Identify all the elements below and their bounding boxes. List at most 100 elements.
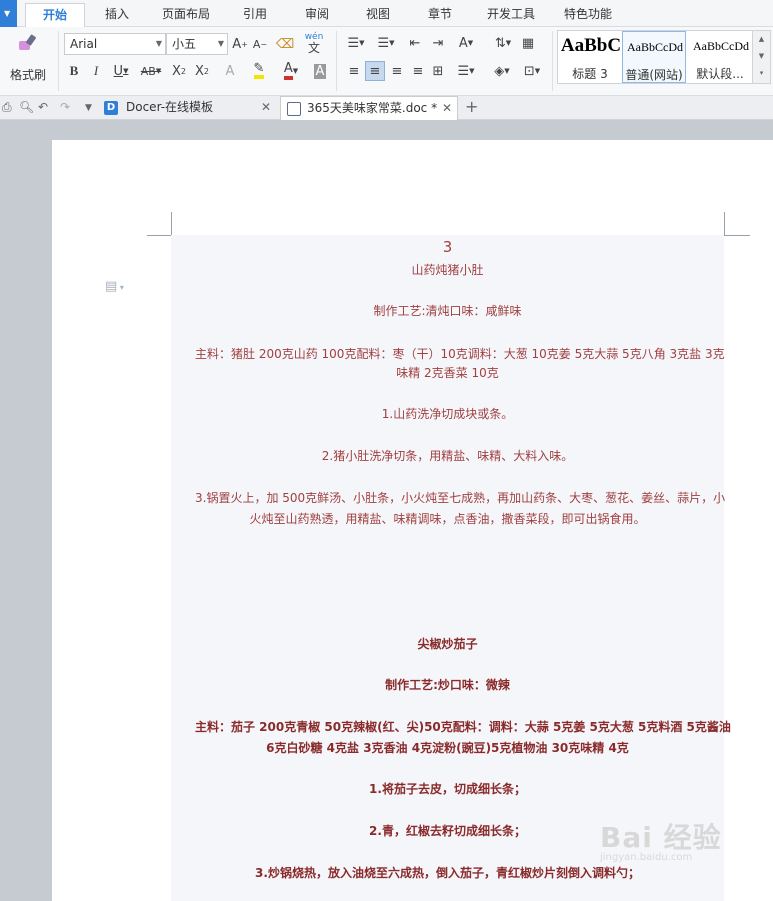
styles-gallery: AaBbC 标题 3 AaBbCcDd 普通(网站) AaBbCcDd 默认段.… [557,30,753,84]
style-sample: AaBbCcDd [627,40,683,54]
increase-indent-icon[interactable]: ⇥ [428,33,448,53]
chevron-down-icon: ▼ [4,9,11,18]
underline-icon[interactable]: U ▼ [110,61,132,81]
sort-icon[interactable]: ⇅ ▼ [490,33,516,53]
undo-icon[interactable]: ↶ [38,100,48,114]
superscript-icon[interactable]: X2 [169,61,189,81]
distributed-icon[interactable]: ⊞ [428,61,448,81]
crop-mark [171,212,172,236]
format-painter-icon[interactable] [14,31,44,57]
style-sample: AaBbCcDd [693,39,749,53]
numbering-icon[interactable]: ☰ ▼ [372,33,400,53]
app-menu-button[interactable]: ▼ [0,0,17,27]
font-name-value: Arial [70,37,98,51]
chevron-up-icon[interactable]: ▲ [753,31,770,48]
tab-page-layout[interactable]: 页面布局 [152,3,220,27]
doc-tab-recipes[interactable]: 365天美味家常菜.doc * ✕ [280,96,458,120]
align-right-icon[interactable]: ≡ [387,61,407,81]
strikethrough-icon[interactable]: AB ▼ [138,61,164,81]
font-color-icon[interactable]: A ▼ [278,61,304,81]
document-tab-bar: ⎙ 🔍︎ ↶ ↷ ▼ D Docer-在线模板 ✕ 365天美味家常菜.doc … [0,96,773,120]
close-icon[interactable]: ✕ [442,97,452,119]
style-heading-3[interactable]: AaBbC 标题 3 [558,31,622,83]
format-painter-label[interactable]: 格式刷 [10,66,46,83]
find-icon[interactable]: 🔍︎ [19,100,34,114]
paragraph-shading-icon[interactable]: ◈ ▼ [488,61,516,81]
ribbon-home: 格式刷 Arial ▼ 小五 ▼ A + A − ⌫ wén 文 B I U ▼ AB ▼ X… [0,27,773,96]
tab-references[interactable]: 引用 [230,3,280,27]
document-icon [287,102,301,116]
styles-scroll[interactable]: ▲ ▼ ▾ [753,30,771,84]
crop-mark [147,235,172,236]
shrink-font-icon[interactable]: A − [251,34,269,54]
paragraph-layout-icon[interactable]: ▤ ▾ [105,279,124,294]
bullets-icon[interactable]: ☰ ▼ [342,33,370,53]
line-spacing-icon[interactable]: ☰ ▼ [452,61,480,81]
print-preview-icon[interactable]: ⎙ [2,100,12,115]
change-case-icon[interactable]: A ▼ [452,33,480,53]
italic-icon[interactable]: I [88,61,104,81]
ribbon-tab-bar: ▼ 开始 插入 页面布局 引用 审阅 视图 章节 开发工具 特色功能 [0,0,773,27]
chevron-down-icon[interactable]: ▼ [85,103,92,113]
recipe-ingredients-cont: 味精 2克香菜 10克 [396,366,499,380]
style-normal-web[interactable]: AaBbCcDd 普通(网站) [622,31,686,83]
clear-format-icon[interactable]: ⌫ [276,34,294,54]
recipe-ingredients: 主料：茄子 200克青椒 50克辣椒(红、尖)50克配料：调料：大蒜 5克姜 5… [195,720,731,734]
crop-mark [724,235,750,236]
document-workspace: ▤ ▾ 3 山药炖猪小肚 制作工艺:清炖口味：咸鲜味 主料：猪肚 200克山药 … [0,120,773,901]
document-page[interactable]: ▤ ▾ 3 山药炖猪小肚 制作工艺:清炖口味：咸鲜味 主料：猪肚 200克山药 … [52,140,773,901]
style-name: 普通(网站) [625,68,683,82]
tab-developer[interactable]: 开发工具 [478,3,544,27]
paragraph-shading [171,235,724,901]
font-size-select[interactable]: 小五 ▼ [166,33,228,55]
style-name: 默认段... [696,67,744,81]
recipe-technique: 制作工艺:清炖口味：咸鲜味 [373,304,522,318]
docer-icon: D [104,101,118,115]
tab-section[interactable]: 章节 [415,3,465,27]
chevron-down-icon: ▼ [155,39,162,48]
tab-review[interactable]: 审阅 [292,3,342,27]
new-tab-plus-icon[interactable]: + [465,97,478,116]
text-effect-icon[interactable]: A [220,61,240,81]
tab-special-features[interactable]: 特色功能 [555,3,621,27]
watermark-text: Bai 经验 [600,821,722,854]
page-number: 3 [442,238,453,256]
bold-icon[interactable]: B [66,61,82,81]
doc-tab-docer[interactable]: D Docer-在线模板 ✕ [100,96,280,120]
tab-home[interactable]: 开始 [25,3,85,27]
recipe-step: 1.山药洗净切成块或条。 [381,407,514,421]
tab-view[interactable]: 视图 [353,3,403,27]
tab-insert[interactable]: 插入 [92,3,142,27]
chevron-down-icon[interactable]: ▼ [753,48,770,65]
style-name: 标题 3 [572,67,608,81]
chevron-down-icon: ▼ [217,39,224,48]
align-left-icon[interactable]: ≡ [344,61,364,81]
wps-writer-window: ▼ 开始 插入 页面布局 引用 审阅 视图 章节 开发工具 特色功能 格式刷 A… [0,0,773,901]
font-name-select[interactable]: Arial ▼ [64,33,166,55]
pinyin-guide-icon[interactable]: wén 文 [302,31,326,57]
redo-icon[interactable]: ↷ [60,100,70,114]
separator [336,31,337,91]
doc-tab-title: 365天美味家常菜.doc * [307,101,438,115]
recipe-step-cont: 火炖至山药熟透，用精盐、味精调味，点香油，撒香菜段，即可出锅食用。 [249,512,646,526]
align-center-icon[interactable]: ≡ [365,61,385,81]
recipe-ingredients: 主料：猪肚 200克山药 100克配料：枣（干）10克调料：大葱 10克姜 5克… [195,347,725,361]
separator [58,31,59,91]
recipe-step: 3.炒锅烧热，放入油烧至六成热，倒入茄子，青红椒炒片刻倒入调料勺； [255,866,640,880]
style-default-paragraph[interactable]: AaBbCcDd 默认段... [688,31,752,83]
recipe-ingredients-cont: 6克白砂糖 4克盐 3克香油 4克淀粉(豌豆)5克植物油 30克味精 4克 [266,741,629,755]
table-icon[interactable]: ▦ [519,33,537,53]
borders-icon[interactable]: ⊡ ▼ [518,61,546,81]
expand-icon[interactable]: ▾ [753,65,770,82]
style-sample: AaBbC [560,35,622,56]
close-icon[interactable]: ✕ [261,96,271,118]
grow-font-icon[interactable]: A + [231,34,249,54]
recipe-step: 3.锅置火上，加 500克鲜汤、小肚条，小火炖至七成熟，再加山药条、大枣、葱花、… [195,491,726,505]
subscript-icon[interactable]: X2 [192,61,212,81]
decrease-indent-icon[interactable]: ⇤ [405,33,425,53]
highlight-icon[interactable]: ✎ [247,61,271,81]
justify-icon[interactable]: ≡ [408,61,428,81]
baidu-jingyan-watermark: Bai 经验 jingyan.baidu.com [600,816,722,863]
recipe-step: 2.猪小肚洗净切条，用精盐、味精、大料入味。 [321,449,574,463]
char-shading-icon[interactable]: A [311,61,329,81]
